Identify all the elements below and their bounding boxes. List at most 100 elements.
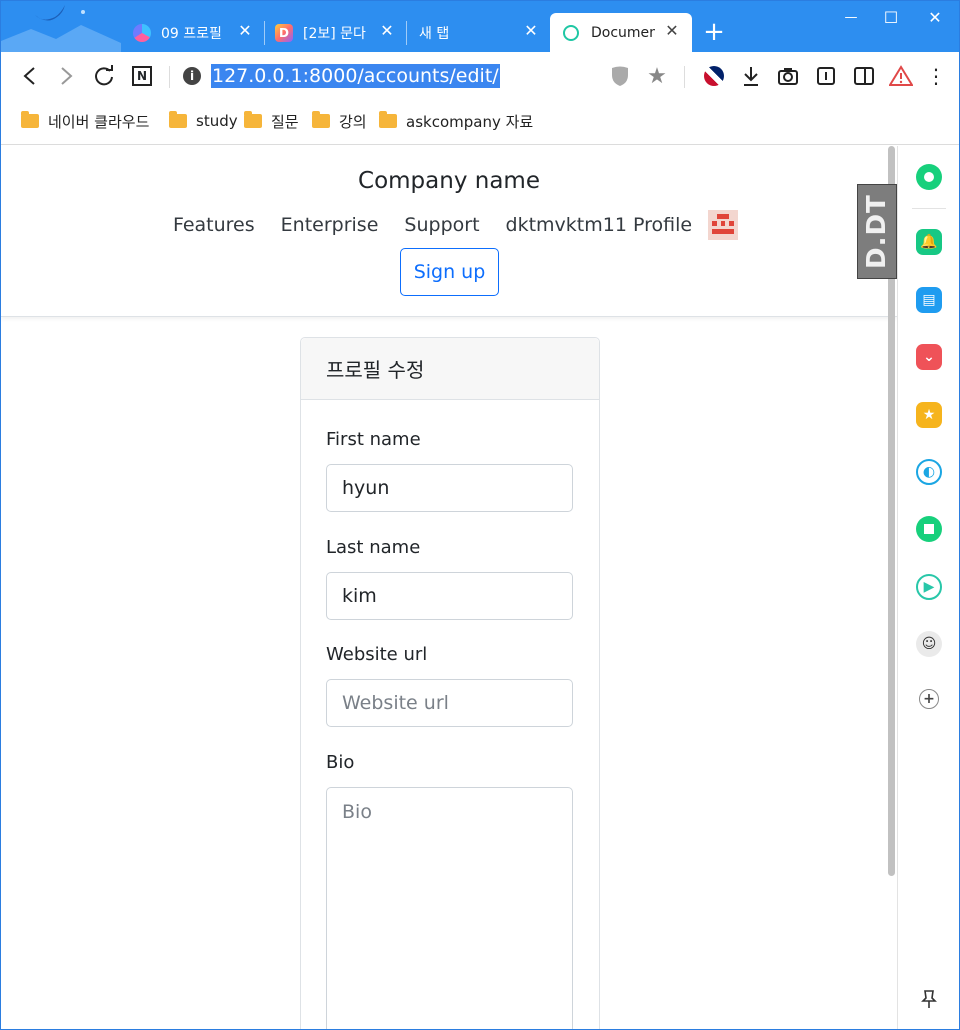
reload-icon: [95, 65, 113, 86]
bio-label: Bio: [326, 752, 355, 773]
first-name-input[interactable]: hyun: [326, 464, 573, 512]
bookmark-star-button[interactable]: ★: [644, 63, 670, 89]
tab-favicon-icon: [563, 24, 579, 41]
tab-close-icon[interactable]: ✕: [664, 23, 680, 39]
side-panel: 🔔 ▤ ⌄ ★ ◐ ▶ ☺ +: [897, 146, 959, 1029]
bookmark-label: 네이버 클라우드: [48, 112, 150, 131]
ddt-extension-badge[interactable]: D.DT: [857, 184, 897, 279]
first-name-label: First name: [326, 429, 421, 450]
signup-button[interactable]: Sign up: [400, 248, 499, 296]
green-square-app-icon[interactable]: [916, 516, 942, 542]
tab-title: 새 탭: [419, 25, 450, 42]
camera-icon: [778, 68, 798, 85]
toolbar-divider: [169, 66, 170, 88]
papago-translate-icon[interactable]: ◐: [916, 459, 942, 485]
maximize-button[interactable]: ☐: [879, 7, 903, 29]
tab-close-icon[interactable]: ✕: [523, 23, 539, 39]
download-button[interactable]: [738, 63, 764, 89]
whale-logo-icon: [1, 5, 121, 52]
tab-favicon-icon: D: [275, 23, 293, 42]
pin-icon[interactable]: [916, 986, 942, 1012]
alert-button[interactable]: [888, 63, 914, 89]
warning-icon: [889, 65, 913, 86]
reader-icon: [817, 67, 835, 85]
nav-link-profile[interactable]: dktmvktm11 Profile: [506, 214, 693, 236]
shield-button[interactable]: [607, 63, 633, 89]
bookmark-folder[interactable]: askcompany 자료: [379, 111, 533, 131]
uk-flag-icon: [704, 66, 724, 86]
archive-box-icon[interactable]: ▤: [916, 287, 942, 313]
tab-title: 09 프로필: [161, 25, 222, 42]
avatar[interactable]: [708, 210, 739, 240]
close-window-button[interactable]: ✕: [923, 7, 947, 29]
reload-button[interactable]: [91, 63, 117, 89]
tab-strip: 09 프로필 ✕ D [2보] 문다 ✕ 새 탭 ✕ Document ✕ + …: [1, 1, 959, 52]
tab-divider: [264, 21, 265, 45]
last-name-input[interactable]: kim: [326, 572, 573, 620]
profile-edit-card: 프로필 수정 First name hyun Last name kim Web…: [300, 337, 600, 1029]
new-tab-button[interactable]: +: [702, 19, 726, 45]
nav-link-features[interactable]: Features: [173, 214, 255, 236]
tab-title: [2보] 문다: [303, 25, 366, 42]
menu-button[interactable]: ⋮: [923, 63, 949, 89]
sidepanel-divider: [912, 208, 946, 209]
website-url-label: Website url: [326, 644, 428, 665]
folder-icon: [312, 111, 330, 128]
tab-item[interactable]: 새 탭 ✕: [411, 13, 549, 52]
tab-favicon-icon: [133, 23, 151, 42]
site-nav: Features Enterprise Support dktmvktm11 P…: [1, 210, 897, 240]
tab-close-icon[interactable]: ✕: [237, 23, 253, 39]
translate-button[interactable]: [701, 63, 727, 89]
brand-name[interactable]: Company name: [1, 168, 897, 194]
last-name-label: Last name: [326, 537, 421, 558]
address-input[interactable]: 127.0.0.1:8000/accounts/edit/: [211, 64, 500, 88]
sidebar-toggle-button[interactable]: [851, 63, 877, 89]
page-viewport: Company name Features Enterprise Support…: [1, 146, 897, 1029]
sidepanel-green-circle-icon[interactable]: [916, 164, 942, 190]
bookmark-folder[interactable]: study: [169, 111, 238, 131]
tab-item-active[interactable]: Document ✕: [550, 13, 692, 52]
tab-close-icon[interactable]: ✕: [379, 23, 395, 39]
website-url-input[interactable]: Website url: [326, 679, 573, 727]
forward-button[interactable]: [53, 63, 79, 89]
character-avatar-icon[interactable]: ☺: [916, 631, 942, 657]
site-header: Company name Features Enterprise Support…: [1, 146, 897, 317]
bookmark-folder[interactable]: 네이버 클라우드: [21, 111, 149, 131]
download-icon: [744, 67, 758, 86]
tab-divider: [406, 21, 407, 45]
bookmark-label: 질문: [271, 112, 299, 131]
bookmark-bar: 네이버 클라우드 study 질문 강의 askcompany 자료: [1, 100, 959, 145]
bookmark-folder[interactable]: 질문: [244, 111, 299, 131]
capture-button[interactable]: [775, 63, 801, 89]
folder-icon: [169, 111, 187, 128]
back-button[interactable]: [17, 63, 43, 89]
notification-bell-icon[interactable]: 🔔: [916, 229, 942, 255]
bookmark-label: askcompany 자료: [406, 112, 534, 131]
bookmark-label: 강의: [339, 112, 367, 131]
site-info-icon[interactable]: i: [179, 63, 205, 89]
folder-icon: [244, 111, 262, 128]
naver-n-icon: N: [132, 66, 152, 86]
star-icon: ★: [647, 63, 667, 89]
tab-item[interactable]: 09 프로필 ✕: [129, 13, 259, 52]
bio-textarea[interactable]: Bio: [326, 787, 573, 1029]
card-title: 프로필 수정: [301, 338, 599, 400]
naver-button[interactable]: N: [129, 63, 155, 89]
add-app-icon[interactable]: +: [919, 689, 939, 709]
navigation-toolbar: N i 127.0.0.1:8000/accounts/edit/ ★ ⋮: [1, 52, 959, 100]
minimize-button[interactable]: —: [839, 7, 863, 29]
bookmark-folder[interactable]: 강의: [312, 111, 367, 131]
favorite-star-icon[interactable]: ★: [916, 402, 942, 428]
tab-item[interactable]: D [2보] 문다 ✕: [271, 13, 401, 52]
folder-icon: [21, 111, 39, 128]
nav-link-enterprise[interactable]: Enterprise: [281, 214, 379, 236]
nav-link-support[interactable]: Support: [404, 214, 479, 236]
media-player-icon[interactable]: ▶: [916, 574, 942, 600]
shield-icon: [612, 66, 628, 86]
browser-window: 09 프로필 ✕ D [2보] 문다 ✕ 새 탭 ✕ Document ✕ + …: [0, 0, 960, 1030]
tab-title: Document: [591, 24, 655, 41]
reader-button[interactable]: [813, 63, 839, 89]
avatar-pixel-icon: [712, 214, 735, 234]
pocket-icon[interactable]: ⌄: [916, 344, 942, 370]
sidebar-icon: [854, 67, 874, 85]
